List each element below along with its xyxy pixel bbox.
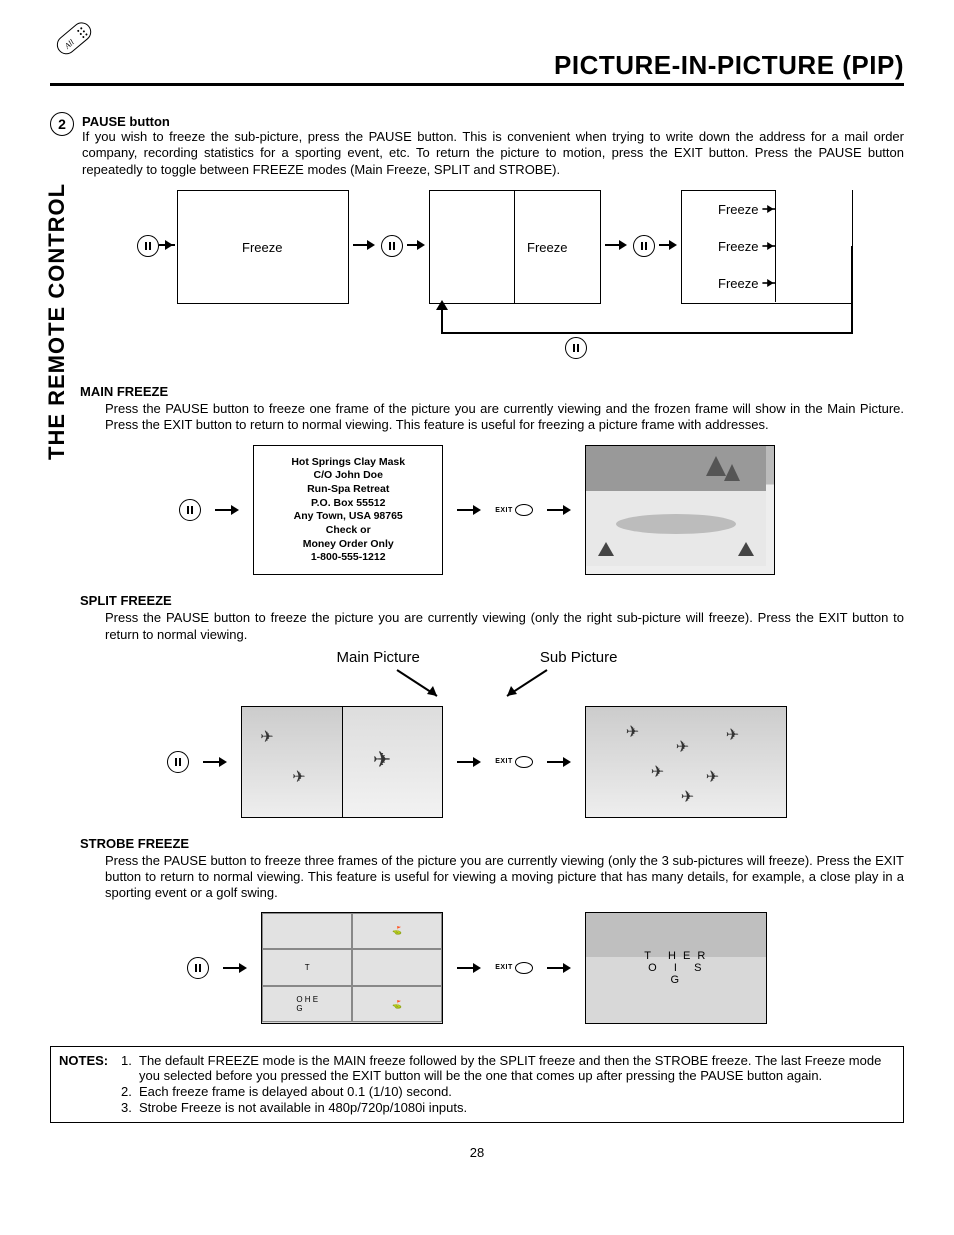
ad-line: Check or xyxy=(258,524,438,538)
ad-line: Hot Springs Clay Mask xyxy=(258,456,438,470)
main-freeze-illustration: Hot Springs Clay Mask C/O John Doe Run-S… xyxy=(50,445,904,575)
freeze-label: Freeze xyxy=(527,240,567,255)
main-picture-label: Main Picture xyxy=(337,649,420,666)
freeze-cycle-diagram: Freeze Freeze Freeze Freeze xyxy=(97,190,857,360)
tv-frame-landscape xyxy=(585,445,775,575)
note-text: Strobe Freeze is not available in 480p/7… xyxy=(139,1100,467,1115)
tv-frame-golf: T H E R O I S G xyxy=(585,912,767,1024)
sub-picture-label: Sub Picture xyxy=(540,649,618,666)
side-tab-label: THE REMOTE CONTROL xyxy=(44,183,70,460)
pause-icon xyxy=(633,235,655,257)
split-freeze-illustration: Main Picture Sub Picture ✈ ✈ ✈ xyxy=(50,649,904,818)
arrow-right-icon xyxy=(547,757,571,767)
step-body-text: If you wish to freeze the sub-picture, p… xyxy=(82,129,904,178)
step-heading: PAUSE button xyxy=(82,114,904,129)
freeze-label: Freeze xyxy=(718,202,758,217)
pause-icon xyxy=(565,337,587,359)
strobe-freeze-illustration: ⛳ T O H EG⛳ EXIT T H E R O I S G xyxy=(50,912,904,1024)
split-freeze-text: Press the PAUSE button to freeze the pic… xyxy=(105,610,904,643)
strobe-freeze-heading: STROBE FREEZE xyxy=(80,836,904,851)
ad-line: Money Order Only xyxy=(258,538,438,552)
pause-icon xyxy=(187,957,209,979)
page-number: 28 xyxy=(50,1145,904,1160)
arrow-right-icon xyxy=(457,505,481,515)
exit-button-icon: EXIT xyxy=(495,962,533,974)
freeze-label: Freeze xyxy=(718,239,758,254)
arrow-right-icon xyxy=(223,963,247,973)
arrow-right-icon xyxy=(203,757,227,767)
arrow-right-icon xyxy=(457,757,481,767)
split-freeze-heading: SPLIT FREEZE xyxy=(80,593,904,608)
ad-line: P.O. Box 55512 xyxy=(258,497,438,511)
notes-label: NOTES: xyxy=(59,1053,121,1116)
note-number: 1. xyxy=(121,1053,139,1083)
note-number: 3. xyxy=(121,1100,139,1115)
ad-line: Any Town, USA 98765 xyxy=(258,510,438,524)
note-number: 2. xyxy=(121,1084,139,1099)
pointer-arrows-icon xyxy=(327,666,627,702)
note-text: The default FREEZE mode is the MAIN free… xyxy=(139,1053,895,1083)
tv-frame-split: ✈ ✈ ✈ xyxy=(241,706,443,818)
pause-icon xyxy=(381,235,403,257)
arrow-right-icon xyxy=(547,505,571,515)
ad-line: Run-Spa Retreat xyxy=(258,483,438,497)
tv-frame-ad: Hot Springs Clay Mask C/O John Doe Run-S… xyxy=(253,445,443,575)
main-freeze-text: Press the PAUSE button to freeze one fra… xyxy=(105,401,904,434)
exit-button-icon: EXIT xyxy=(495,504,533,516)
note-text: Each freeze frame is delayed about 0.1 (… xyxy=(139,1084,452,1099)
arrow-right-icon xyxy=(215,505,239,515)
arrow-right-icon xyxy=(547,963,571,973)
step-number-circle: 2 xyxy=(50,112,74,136)
notes-box: NOTES: 1. The default FREEZE mode is the… xyxy=(50,1046,904,1123)
tv-frame-full: ✈ ✈ ✈ ✈ ✈ ✈ xyxy=(585,706,787,818)
freeze-label: Freeze xyxy=(718,276,758,291)
arrow-right-icon xyxy=(457,963,481,973)
ad-line: 1-800-555-1212 xyxy=(258,551,438,565)
ad-line: C/O John Doe xyxy=(258,469,438,483)
pause-icon xyxy=(167,751,189,773)
freeze-label: Freeze xyxy=(242,240,282,255)
main-freeze-heading: MAIN FREEZE xyxy=(80,384,904,399)
strobe-freeze-text: Press the PAUSE button to freeze three f… xyxy=(105,853,904,902)
svg-text:All: All xyxy=(62,37,76,51)
pause-icon xyxy=(179,499,201,521)
section-title: PICTURE-IN-PICTURE (PIP) xyxy=(50,50,904,86)
tv-frame-strobe: ⛳ T O H EG⛳ xyxy=(261,912,443,1024)
exit-button-icon: EXIT xyxy=(495,756,533,768)
pause-icon xyxy=(137,235,159,257)
